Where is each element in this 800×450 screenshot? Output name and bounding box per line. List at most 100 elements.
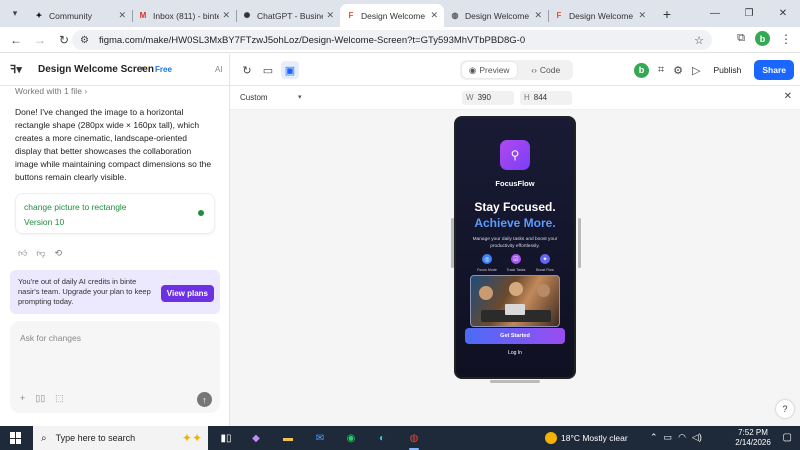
device-controls: Custom ▾ W 390 H 844 ✕ xyxy=(230,86,800,110)
gmail-icon: M xyxy=(139,11,147,20)
new-tab-button[interactable]: + xyxy=(658,6,676,22)
code-label: Code xyxy=(539,65,561,75)
figma-menu-icon[interactable]: ꟻ▾ xyxy=(10,63,22,76)
laptop-shape xyxy=(505,304,525,315)
restore-icon[interactable]: ❐ xyxy=(732,0,766,27)
tab-title: ChatGPT - Business xyxy=(257,10,323,21)
thumbs-up-icon[interactable]: 👍︎ xyxy=(18,248,27,259)
device-select[interactable]: Custom xyxy=(240,93,268,102)
tab-design-welcome-2[interactable]: ◍ Design Welcome S ✕ xyxy=(444,4,548,27)
log-in-link[interactable]: Log In xyxy=(456,350,574,356)
url-bar[interactable]: ⚙ figma.com/make/HW0SL3MxBY7FTzwJ5ohLoz/… xyxy=(72,30,712,50)
browser-menu-icon[interactable]: ⋮ xyxy=(780,32,792,46)
composer-placeholder[interactable]: Ask for changes xyxy=(20,333,81,343)
forward-icon[interactable]: → xyxy=(28,33,52,47)
weather-widget[interactable]: 18°C Mostly clear xyxy=(545,432,628,444)
device-preview-icon[interactable]: ▣ xyxy=(281,61,299,79)
file-explorer-icon[interactable]: ▬ xyxy=(280,430,296,446)
close-icon[interactable]: ✕ xyxy=(638,10,646,21)
tab-title: Design Welcome S xyxy=(569,10,636,21)
close-icon[interactable]: ✕ xyxy=(784,91,792,102)
figma-header: ꟻ▾ Design Welcome Screen ▾ Free AI ↻ ▭ ▣… xyxy=(0,54,800,86)
browser-actions: ⧉ b ⋮ xyxy=(737,31,792,46)
thumbs-down-icon[interactable]: 👎︎ xyxy=(36,248,45,259)
close-icon[interactable]: ✕ xyxy=(222,10,230,21)
height-field[interactable]: H 844 xyxy=(520,91,572,105)
close-icon[interactable]: ✕ xyxy=(534,10,542,21)
help-icon[interactable]: ? xyxy=(776,400,794,418)
ai-chat-panel: Worked with 1 file › Done! I've changed … xyxy=(0,86,229,426)
file-name[interactable]: Design Welcome Screen xyxy=(38,64,154,75)
close-icon[interactable]: ✕ xyxy=(430,10,438,21)
chevron-down-icon[interactable]: ▾ xyxy=(298,93,302,101)
taskbar-clock[interactable]: 7:52 PM 2/14/2026 xyxy=(727,428,779,448)
send-icon[interactable]: ↑ xyxy=(197,392,212,407)
taskbar-search[interactable]: ⌕ Type here to search ✦✦ xyxy=(33,426,208,450)
worked-label: Worked with 1 file xyxy=(15,86,82,96)
refresh-icon[interactable]: ↻ xyxy=(238,61,256,79)
chat-composer[interactable]: Ask for changes + ▯▯ ⬚ ↑ xyxy=(10,321,220,413)
profile-avatar[interactable]: b xyxy=(755,31,770,46)
resize-handle-right[interactable] xyxy=(578,218,581,268)
book-icon[interactable]: ▯▯ xyxy=(35,393,45,404)
edge-icon[interactable]: ◐ xyxy=(374,430,390,446)
windows-start-icon[interactable] xyxy=(10,432,22,444)
volume-icon[interactable]: ◁) xyxy=(692,432,702,443)
close-icon[interactable]: ✕ xyxy=(326,10,334,21)
tab-title: Community xyxy=(49,10,92,21)
worked-with-files[interactable]: Worked with 1 file › xyxy=(15,86,87,96)
sparkle-icon: ✦ xyxy=(540,254,550,264)
app-logo-icon: ⚲ xyxy=(500,140,530,170)
settings-icon[interactable]: ⚙ xyxy=(673,64,683,77)
tab-chatgpt[interactable]: ✺ ChatGPT - Business ✕ xyxy=(236,4,340,27)
whatsapp-icon[interactable]: ◉ xyxy=(343,430,359,446)
app-name: FocusFlow xyxy=(495,179,535,188)
tab-community[interactable]: ✦ Community ✕ xyxy=(28,4,132,27)
ai-label[interactable]: AI xyxy=(215,65,223,74)
tab-design-welcome-active[interactable]: F Design Welcome S ✕ xyxy=(340,4,444,27)
person-figure xyxy=(479,286,493,300)
plan-badge[interactable]: Free xyxy=(155,65,172,74)
code-tab[interactable]: ‹› Code xyxy=(519,60,574,80)
publish-button[interactable]: Publish xyxy=(709,65,745,75)
share-button[interactable]: Share xyxy=(754,60,794,80)
version-card[interactable]: change picture to rectangle Version 10 xyxy=(15,193,215,234)
extensions-icon[interactable]: ⧉ xyxy=(737,32,745,45)
chevron-up-icon[interactable]: ⌃ xyxy=(650,432,658,443)
site-info-icon[interactable]: ⚙ xyxy=(80,35,89,46)
view-plans-button[interactable]: View plans xyxy=(160,285,214,302)
wifi-icon[interactable]: ◠ xyxy=(678,432,686,443)
user-avatar[interactable]: b xyxy=(633,62,649,78)
minimize-icon[interactable]: — xyxy=(698,0,732,27)
credits-text: You're out of daily AI credits in binte … xyxy=(18,277,151,306)
add-icon[interactable]: + xyxy=(20,393,25,404)
community-icon: ✦ xyxy=(35,11,43,20)
qr-scan-icon[interactable]: ⌗ xyxy=(658,64,664,77)
width-value: 390 xyxy=(477,93,491,102)
select-element-icon[interactable]: ⬚ xyxy=(55,393,64,404)
close-icon[interactable]: ✕ xyxy=(118,10,126,21)
welcome-screen: ⚲ FocusFlow Stay Focused. Achieve More. … xyxy=(456,118,574,377)
width-field[interactable]: W 390 xyxy=(462,91,514,105)
layout-icon[interactable]: ▭ xyxy=(259,61,277,79)
network-icon[interactable]: ▭ xyxy=(664,432,673,443)
copilot-icon[interactable]: ◆ xyxy=(248,430,264,446)
chatgpt-icon: ✺ xyxy=(243,11,251,20)
get-started-button[interactable]: Get Started xyxy=(465,328,565,344)
play-icon[interactable]: ▷ xyxy=(692,64,700,77)
task-view-icon[interactable]: ▮▯ xyxy=(218,430,234,446)
restore-version-icon[interactable]: ⟲ xyxy=(55,248,63,259)
bookmark-star-icon[interactable]: ☆ xyxy=(694,34,704,47)
notification-icon[interactable]: ▢ xyxy=(783,432,792,443)
tab-design-welcome-3[interactable]: F Design Welcome S ✕ xyxy=(548,4,652,27)
preview-tab[interactable]: ◉ Preview xyxy=(462,62,517,78)
chrome-icon[interactable]: ◍ xyxy=(406,430,422,450)
tab-inbox[interactable]: M Inbox (811) - binte ✕ xyxy=(132,4,236,27)
resize-handle-bottom[interactable] xyxy=(490,380,540,383)
chevron-down-icon[interactable]: ▾ xyxy=(140,64,144,73)
tab-search-icon[interactable]: ▾ xyxy=(6,4,24,22)
outlook-icon[interactable]: ✉ xyxy=(312,430,328,446)
back-icon[interactable]: ← xyxy=(4,33,28,47)
close-window-icon[interactable]: ✕ xyxy=(766,0,800,27)
version-title: change picture to rectangle xyxy=(24,202,127,212)
